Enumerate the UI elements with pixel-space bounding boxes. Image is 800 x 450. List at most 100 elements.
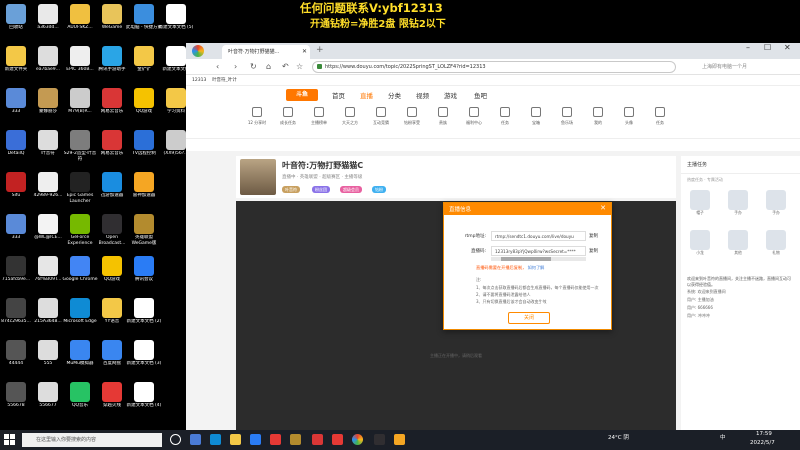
taskbar-app-icon[interactable]: [190, 434, 201, 445]
desktop-icon[interactable]: 腾讯手游助手: [94, 46, 130, 78]
desktop-icon[interactable]: 715afcb9e...: [0, 256, 34, 288]
browser-360-icon[interactable]: [352, 434, 363, 445]
desktop-icon[interactable]: 叶音符: [30, 130, 66, 162]
desktop-icon[interactable]: MuMu模拟器: [62, 340, 98, 372]
dialog-close-icon[interactable]: ✕: [600, 204, 606, 212]
desktop-icon[interactable]: TV远程控制: [126, 130, 162, 162]
nav-live[interactable]: 直播: [360, 90, 373, 100]
desktop-icon[interactable]: 44444: [0, 340, 34, 372]
clock-date[interactable]: 2022/5/7: [750, 440, 775, 446]
desktop-icon[interactable]: S29-2造型·叶音符: [62, 130, 98, 162]
desktop-icon[interactable]: DetailQ: [0, 130, 34, 162]
desktop-icon[interactable]: 穿越火线: [94, 382, 130, 414]
minimize-icon[interactable]: –: [746, 43, 750, 52]
edge-icon[interactable]: [210, 434, 221, 445]
category-item[interactable]: 任务: [494, 107, 516, 126]
help-link[interactable]: 如何了解: [528, 265, 545, 270]
tab-close-icon[interactable]: ✕: [302, 45, 307, 59]
desktop-icon[interactable]: 英雄联盟WeGame版: [126, 214, 162, 246]
desktop-icon[interactable]: 556678: [0, 382, 34, 414]
taskbar-app-icon[interactable]: [290, 434, 301, 445]
room-tag[interactable]: 超级会员: [340, 186, 362, 193]
desktop-icon[interactable]: GeForce Experience: [62, 214, 98, 246]
netease-music-icon[interactable]: [312, 434, 323, 445]
desktop-icon[interactable]: WeGame: [94, 4, 130, 36]
desktop-icon[interactable]: Sifu: [0, 172, 34, 204]
back-icon[interactable]: ‹: [216, 62, 219, 71]
desktop-icon[interactable]: Open Broadcast...: [94, 214, 130, 246]
desktop-icon[interactable]: 新建文件夹: [0, 46, 34, 78]
desktop-icon[interactable]: 333: [0, 88, 34, 120]
desktop-icon[interactable]: @WL@ICE...: [30, 214, 66, 246]
bookmark-item[interactable]: 12313: [192, 78, 206, 83]
forward-icon[interactable]: ›: [234, 62, 237, 71]
nav-home[interactable]: 首页: [332, 90, 345, 100]
desktop-icon[interactable]: 雷神加速器: [126, 172, 162, 204]
desktop-icon[interactable]: 333: [0, 214, 34, 246]
category-item[interactable]: 互动竞猜: [370, 107, 392, 126]
desktop-icon[interactable]: 555: [30, 340, 66, 372]
bookmark-item[interactable]: 叶音符_叶计: [212, 78, 237, 83]
side-grid-item[interactable]: 其他: [727, 230, 749, 256]
desktop-icon[interactable]: 蒙娜丽莎: [30, 88, 66, 120]
desktop-icon[interactable]: 腾讯会议: [126, 256, 162, 288]
side-grid-item[interactable]: 手办: [765, 190, 787, 216]
nav-category[interactable]: 分类: [388, 90, 401, 100]
browser-logo-icon[interactable]: [192, 45, 204, 57]
category-item[interactable]: 钻粉享受: [401, 107, 423, 126]
browser-search-box[interactable]: 上海即有电脑一个月: [702, 61, 792, 73]
category-item[interactable]: 12 分享时: [246, 107, 268, 126]
desktop-icon[interactable]: 556677: [30, 382, 66, 414]
nav-video[interactable]: 视频: [416, 90, 429, 100]
maximize-icon[interactable]: ☐: [764, 43, 771, 52]
scroll-thumb[interactable]: [501, 257, 551, 261]
desktop-icon[interactable]: 新建文本文档 (2): [126, 298, 162, 330]
taskbar-search[interactable]: 在这里输入你要搜索的内容: [22, 433, 162, 447]
category-item[interactable]: 鱼乐场: [556, 107, 578, 126]
desktop-icon[interactable]: 新建文本文档 (4): [126, 382, 162, 414]
dialog-close-button[interactable]: 关闭: [508, 312, 550, 324]
desktop-icon[interactable]: QQ游戏: [94, 256, 130, 288]
category-item[interactable]: 福利中心: [463, 107, 485, 126]
taskbar-app-icon[interactable]: [270, 434, 281, 445]
desktop-icon[interactable]: a363dd...: [30, 4, 66, 36]
desktop-icon[interactable]: 回收站: [0, 4, 34, 36]
category-item[interactable]: 宝箱: [525, 107, 547, 126]
side-panel-tabs[interactable]: 热度任务 · 专属活动: [681, 174, 800, 186]
side-grid-item[interactable]: 手办: [727, 190, 749, 216]
desktop-icon[interactable]: 金铲铲: [126, 46, 162, 78]
desktop-icon[interactable]: AUUFSKZ...: [62, 4, 98, 36]
desktop-icon[interactable]: QQ音乐: [62, 382, 98, 414]
window-close-icon[interactable]: ✕: [784, 43, 791, 52]
folder-icon[interactable]: [230, 434, 241, 445]
desktop-icon[interactable]: 76f%B09T...: [30, 256, 66, 288]
windows-start-icon[interactable]: [4, 434, 15, 445]
desktop-icon[interactable]: 新建文本文档 (3): [126, 340, 162, 372]
address-bar[interactable]: https://www.douyu.com/topic/2022SpringST…: [312, 61, 676, 73]
code-scrollbar[interactable]: [491, 257, 586, 261]
home-icon[interactable]: ⌂: [266, 62, 271, 71]
desktop-icon[interactable]: M79(B)R...: [62, 88, 98, 120]
desktop-icon[interactable]: EPIC 360B...: [62, 46, 98, 78]
side-grid-item[interactable]: 小龙: [689, 230, 711, 256]
clock-time[interactable]: 17:59: [756, 431, 772, 437]
nav-game[interactable]: 游戏: [444, 90, 457, 100]
desktop-icon[interactable]: Google Chrome: [62, 256, 98, 288]
refresh-icon[interactable]: ↻: [250, 62, 257, 71]
browser-tab[interactable]: 叶音符·万物打野猫猫... ✕: [222, 45, 310, 59]
room-tag[interactable]: 粉丝团: [312, 186, 330, 193]
room-tag[interactable]: 叶音符: [282, 186, 300, 193]
desktop-icon[interactable]: 42989-926...: [30, 172, 66, 204]
code-field[interactable]: 12313ry83pYjQwp0irw?wsSecret=****: [491, 246, 586, 256]
rtmp-field[interactable]: rtmp://sendtc1.douyu.com/live/douyu: [491, 231, 586, 241]
desktop-icon[interactable]: 此电脑 - 快捷方式: [126, 4, 162, 36]
desktop-icon[interactable]: 215A3648...: [30, 298, 66, 330]
desktop-icon[interactable]: 百度网盘: [94, 340, 130, 372]
desktop-icon[interactable]: 网易云音乐: [94, 130, 130, 162]
taskbar-app-icon[interactable]: [250, 434, 261, 445]
nav-fishbar[interactable]: 鱼吧: [474, 90, 487, 100]
streamer-avatar[interactable]: [240, 159, 276, 195]
copy-rtmp-button[interactable]: 复制: [589, 233, 598, 239]
category-item[interactable]: 主播榜单: [308, 107, 330, 126]
category-item[interactable]: 大天之方: [339, 107, 361, 126]
